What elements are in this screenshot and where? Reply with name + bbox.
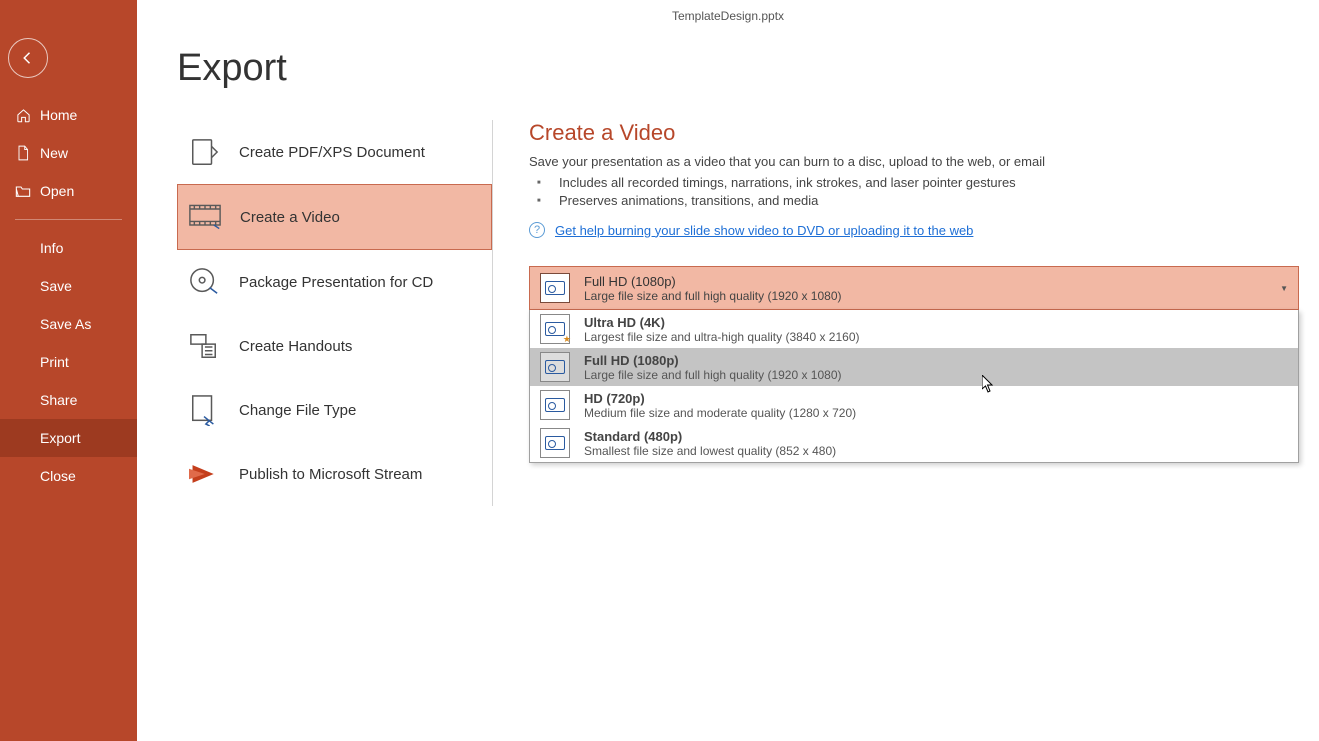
sidebar-item-label: Home bbox=[40, 107, 77, 123]
sidebar-item-save-as[interactable]: Save As bbox=[0, 305, 137, 343]
sidebar-item-export[interactable]: Export bbox=[0, 419, 137, 457]
export-opt-handouts[interactable]: Create Handouts bbox=[177, 314, 492, 378]
dd-option-standard[interactable]: Standard (480p) Smallest file size and l… bbox=[530, 424, 1298, 462]
quality-dropdown-list: ★ Ultra HD (4K) Largest file size and ul… bbox=[529, 310, 1299, 463]
sidebar-item-label: New bbox=[40, 145, 68, 161]
new-icon bbox=[15, 145, 31, 161]
export-opt-label: Package Presentation for CD bbox=[239, 274, 433, 291]
stream-icon bbox=[187, 457, 221, 491]
sidebar-item-save[interactable]: Save bbox=[0, 267, 137, 305]
titlebar: TemplateDesign.pptx bbox=[137, 0, 1319, 32]
dd-option-desc: Medium file size and moderate quality (1… bbox=[584, 406, 856, 420]
dd-option-desc: Large file size and full high quality (1… bbox=[584, 368, 842, 382]
help-link[interactable]: Get help burning your slide show video t… bbox=[555, 223, 973, 238]
export-opt-label: Create Handouts bbox=[239, 338, 352, 355]
filename-label: TemplateDesign.pptx bbox=[672, 9, 784, 23]
handouts-icon bbox=[187, 329, 221, 363]
sidebar-item-new[interactable]: New bbox=[0, 134, 137, 172]
cd-icon bbox=[187, 265, 221, 299]
sidebar-item-label: Open bbox=[40, 183, 74, 199]
sidebar-item-label: Export bbox=[40, 430, 80, 446]
video-icon bbox=[188, 200, 222, 234]
dd-option-desc: Smallest file size and lowest quality (8… bbox=[584, 444, 836, 458]
dd-selected-desc: Large file size and full high quality (1… bbox=[584, 289, 1280, 303]
backstage-sidebar: Home New Open Info Save Save As Print Sh… bbox=[0, 0, 137, 741]
export-opt-video[interactable]: Create a Video bbox=[177, 184, 492, 250]
bullet-item: Includes all recorded timings, narration… bbox=[547, 175, 1299, 190]
quality-dropdown-selected[interactable]: Full HD (1080p) Large file size and full… bbox=[529, 266, 1299, 310]
export-opt-label: Create a Video bbox=[240, 209, 340, 226]
dd-option-title: Standard (480p) bbox=[584, 429, 836, 444]
sidebar-item-open[interactable]: Open bbox=[0, 172, 137, 210]
monitor-icon bbox=[540, 428, 570, 458]
sidebar-item-info[interactable]: Info bbox=[0, 229, 137, 267]
dd-option-title: HD (720p) bbox=[584, 391, 856, 406]
folder-open-icon bbox=[15, 183, 31, 199]
sidebar-item-label: Close bbox=[40, 468, 76, 484]
dd-option-title: Full HD (1080p) bbox=[584, 353, 842, 368]
dd-selected-title: Full HD (1080p) bbox=[584, 274, 1280, 289]
back-button[interactable] bbox=[8, 38, 48, 78]
sidebar-item-label: Print bbox=[40, 354, 69, 370]
export-opt-filetype[interactable]: Change File Type bbox=[177, 378, 492, 442]
dd-option-desc: Largest file size and ultra-high quality… bbox=[584, 330, 860, 344]
bullet-item: Preserves animations, transitions, and m… bbox=[547, 193, 1299, 208]
export-opt-label: Publish to Microsoft Stream bbox=[239, 466, 422, 483]
export-opt-pdf[interactable]: Create PDF/XPS Document bbox=[177, 120, 492, 184]
sidebar-item-label: Info bbox=[40, 240, 63, 256]
sidebar-divider bbox=[15, 219, 122, 220]
detail-pane: Create a Video Save your presentation as… bbox=[493, 120, 1319, 506]
dd-option-hd[interactable]: HD (720p) Medium file size and moderate … bbox=[530, 386, 1298, 424]
help-row: ? Get help burning your slide show video… bbox=[529, 222, 1299, 238]
page-title: Export bbox=[177, 47, 1319, 90]
detail-title: Create a Video bbox=[529, 120, 1299, 146]
sidebar-item-close[interactable]: Close bbox=[0, 457, 137, 495]
export-opt-cd[interactable]: Package Presentation for CD bbox=[177, 250, 492, 314]
detail-bullets: Includes all recorded timings, narration… bbox=[529, 175, 1299, 208]
sidebar-item-label: Save bbox=[40, 278, 72, 294]
main-area: TemplateDesign.pptx Export Create PDF/XP… bbox=[137, 0, 1319, 741]
dd-option-fullhd[interactable]: Full HD (1080p) Large file size and full… bbox=[530, 348, 1298, 386]
pdf-icon bbox=[187, 135, 221, 169]
quality-dropdown: Full HD (1080p) Large file size and full… bbox=[529, 266, 1299, 463]
filetype-icon bbox=[187, 393, 221, 427]
detail-subtitle: Save your presentation as a video that y… bbox=[529, 154, 1299, 169]
sidebar-item-home[interactable]: Home bbox=[0, 96, 137, 134]
monitor-4k-icon: ★ bbox=[540, 314, 570, 344]
sidebar-item-share[interactable]: Share bbox=[0, 381, 137, 419]
export-opt-label: Change File Type bbox=[239, 402, 356, 419]
chevron-down-icon: ▼ bbox=[1280, 284, 1288, 293]
monitor-icon bbox=[540, 352, 570, 382]
dd-option-ultrahd[interactable]: ★ Ultra HD (4K) Largest file size and ul… bbox=[530, 310, 1298, 348]
monitor-icon bbox=[540, 390, 570, 420]
sidebar-item-label: Save As bbox=[40, 316, 91, 332]
home-icon bbox=[15, 107, 31, 123]
sidebar-item-label: Share bbox=[40, 392, 77, 408]
monitor-icon bbox=[540, 273, 570, 303]
help-icon: ? bbox=[529, 222, 545, 238]
export-opt-label: Create PDF/XPS Document bbox=[239, 144, 425, 161]
sidebar-item-print[interactable]: Print bbox=[0, 343, 137, 381]
export-opt-stream[interactable]: Publish to Microsoft Stream bbox=[177, 442, 492, 506]
dd-option-title: Ultra HD (4K) bbox=[584, 315, 860, 330]
export-options-list: Create PDF/XPS Document Create a Video P… bbox=[177, 120, 493, 506]
